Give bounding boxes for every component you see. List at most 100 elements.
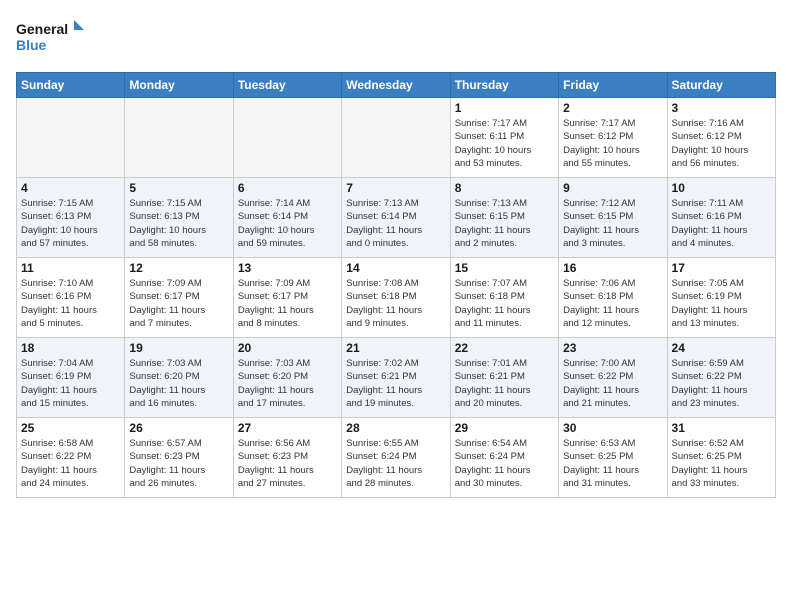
calendar-cell: 3Sunrise: 7:16 AMSunset: 6:12 PMDaylight… [667, 98, 775, 178]
day-number: 19 [129, 341, 228, 355]
day-info: Sunrise: 7:11 AMSunset: 6:16 PMDaylight:… [672, 197, 771, 250]
day-number: 28 [346, 421, 445, 435]
day-info: Sunrise: 7:03 AMSunset: 6:20 PMDaylight:… [129, 357, 228, 410]
calendar-cell: 13Sunrise: 7:09 AMSunset: 6:17 PMDayligh… [233, 258, 341, 338]
day-number: 29 [455, 421, 554, 435]
day-number: 17 [672, 261, 771, 275]
calendar-cell: 24Sunrise: 6:59 AMSunset: 6:22 PMDayligh… [667, 338, 775, 418]
calendar-cell: 4 Sunrise: 7:15 AMSunset: 6:13 PMDaylight… [17, 178, 125, 258]
day-number: 20 [238, 341, 337, 355]
day-number: 31 [672, 421, 771, 435]
day-info: Sunrise: 7:15 AMSunset: 6:13 PMDaylight:… [129, 197, 228, 250]
calendar-cell: 29 Sunrise: 6:54 AMSunset: 6:24 PMDayligh… [450, 418, 558, 498]
calendar-cell: 22 Sunrise: 7:01 AMSunset: 6:21 PMDayligh… [450, 338, 558, 418]
day-info: Sunrise: 7:08 AMSunset: 6:18 PMDaylight:… [346, 277, 445, 330]
weekday-header-wednesday: Wednesday [342, 73, 450, 98]
day-info: Sunrise: 7:10 AMSunset: 6:16 PMDaylight:… [21, 277, 120, 330]
weekday-header-monday: Monday [125, 73, 233, 98]
weekday-header-saturday: Saturday [667, 73, 775, 98]
day-info: Sunrise: 7:17 AMSunset: 6:12 PMDaylight:… [563, 117, 662, 170]
day-info: Sunrise: 6:56 AMSunset: 6:23 PMDaylight:… [238, 437, 337, 490]
calendar-cell: 16 Sunrise: 7:06 AMSunset: 6:18 PMDayligh… [559, 258, 667, 338]
day-number: 12 [129, 261, 228, 275]
calendar-cell: 6 Sunrise: 7:14 AMSunset: 6:14 PMDaylight… [233, 178, 341, 258]
calendar-cell: 27 Sunrise: 6:56 AMSunset: 6:23 PMDayligh… [233, 418, 341, 498]
calendar-cell: 31 Sunrise: 6:52 AMSunset: 6:25 PMDayligh… [667, 418, 775, 498]
day-number: 3 [672, 101, 771, 115]
calendar-cell: 11 Sunrise: 7:10 AMSunset: 6:16 PMDayligh… [17, 258, 125, 338]
calendar-table: SundayMondayTuesdayWednesdayThursdayFrid… [16, 72, 776, 498]
calendar-cell: 19 Sunrise: 7:03 AMSunset: 6:20 PMDayligh… [125, 338, 233, 418]
day-info: Sunrise: 7:01 AMSunset: 6:21 PMDaylight:… [455, 357, 554, 410]
weekday-header-thursday: Thursday [450, 73, 558, 98]
day-info: Sunrise: 7:05 AMSunset: 6:19 PMDaylight:… [672, 277, 771, 330]
day-number: 9 [563, 181, 662, 195]
day-info: Sunrise: 7:09 AMSunset: 6:17 PMDaylight:… [129, 277, 228, 330]
calendar-cell [233, 98, 341, 178]
day-info: Sunrise: 7:02 AMSunset: 6:21 PMDaylight:… [346, 357, 445, 410]
calendar-cell: 9 Sunrise: 7:12 AMSunset: 6:15 PMDaylight… [559, 178, 667, 258]
calendar-cell: 8 Sunrise: 7:13 AMSunset: 6:15 PMDaylight… [450, 178, 558, 258]
day-number: 25 [21, 421, 120, 435]
day-info: Sunrise: 7:14 AMSunset: 6:14 PMDaylight:… [238, 197, 337, 250]
day-number: 24 [672, 341, 771, 355]
day-info: Sunrise: 6:54 AMSunset: 6:24 PMDaylight:… [455, 437, 554, 490]
day-number: 26 [129, 421, 228, 435]
calendar-cell: 14Sunrise: 7:08 AMSunset: 6:18 PMDayligh… [342, 258, 450, 338]
logo-svg: General Blue [16, 16, 86, 60]
day-info: Sunrise: 6:55 AMSunset: 6:24 PMDaylight:… [346, 437, 445, 490]
weekday-header-sunday: Sunday [17, 73, 125, 98]
day-number: 8 [455, 181, 554, 195]
day-number: 30 [563, 421, 662, 435]
day-number: 22 [455, 341, 554, 355]
day-info: Sunrise: 7:17 AMSunset: 6:11 PMDaylight:… [455, 117, 554, 170]
day-number: 2 [563, 101, 662, 115]
day-number: 10 [672, 181, 771, 195]
calendar-cell: 15 Sunrise: 7:07 AMSunset: 6:18 PMDayligh… [450, 258, 558, 338]
day-info: Sunrise: 7:07 AMSunset: 6:18 PMDaylight:… [455, 277, 554, 330]
day-number: 1 [455, 101, 554, 115]
calendar-cell: 10 Sunrise: 7:11 AMSunset: 6:16 PMDayligh… [667, 178, 775, 258]
calendar-cell: 26 Sunrise: 6:57 AMSunset: 6:23 PMDayligh… [125, 418, 233, 498]
day-number: 18 [21, 341, 120, 355]
calendar-cell: 20 Sunrise: 7:03 AMSunset: 6:20 PMDayligh… [233, 338, 341, 418]
day-info: Sunrise: 7:06 AMSunset: 6:18 PMDaylight:… [563, 277, 662, 330]
day-number: 5 [129, 181, 228, 195]
day-number: 16 [563, 261, 662, 275]
day-info: Sunrise: 7:13 AMSunset: 6:14 PMDaylight:… [346, 197, 445, 250]
day-info: Sunrise: 6:53 AMSunset: 6:25 PMDaylight:… [563, 437, 662, 490]
day-info: Sunrise: 7:13 AMSunset: 6:15 PMDaylight:… [455, 197, 554, 250]
day-number: 27 [238, 421, 337, 435]
day-number: 13 [238, 261, 337, 275]
calendar-cell [342, 98, 450, 178]
day-info: Sunrise: 6:52 AMSunset: 6:25 PMDaylight:… [672, 437, 771, 490]
day-info: Sunrise: 7:12 AMSunset: 6:15 PMDaylight:… [563, 197, 662, 250]
calendar-cell: 18Sunrise: 7:04 AMSunset: 6:19 PMDayligh… [17, 338, 125, 418]
day-number: 23 [563, 341, 662, 355]
day-info: Sunrise: 6:57 AMSunset: 6:23 PMDaylight:… [129, 437, 228, 490]
calendar-cell: 12 Sunrise: 7:09 AMSunset: 6:17 PMDayligh… [125, 258, 233, 338]
calendar-cell: 23 Sunrise: 7:00 AMSunset: 6:22 PMDayligh… [559, 338, 667, 418]
logo: General Blue [16, 16, 86, 60]
calendar-cell [125, 98, 233, 178]
day-info: Sunrise: 6:58 AMSunset: 6:22 PMDaylight:… [21, 437, 120, 490]
day-number: 7 [346, 181, 445, 195]
calendar-cell: 7 Sunrise: 7:13 AMSunset: 6:14 PMDaylight… [342, 178, 450, 258]
weekday-header-friday: Friday [559, 73, 667, 98]
day-info: Sunrise: 7:15 AMSunset: 6:13 PMDaylight:… [21, 197, 120, 250]
weekday-header-tuesday: Tuesday [233, 73, 341, 98]
day-info: Sunrise: 7:03 AMSunset: 6:20 PMDaylight:… [238, 357, 337, 410]
day-number: 11 [21, 261, 120, 275]
svg-text:General: General [16, 21, 68, 37]
calendar-cell: 21 Sunrise: 7:02 AMSunset: 6:21 PMDayligh… [342, 338, 450, 418]
calendar-cell: 28 Sunrise: 6:55 AMSunset: 6:24 PMDayligh… [342, 418, 450, 498]
svg-text:Blue: Blue [16, 37, 47, 53]
calendar-cell: 2 Sunrise: 7:17 AMSunset: 6:12 PMDaylight… [559, 98, 667, 178]
day-info: Sunrise: 7:00 AMSunset: 6:22 PMDaylight:… [563, 357, 662, 410]
day-number: 4 [21, 181, 120, 195]
day-number: 15 [455, 261, 554, 275]
day-number: 21 [346, 341, 445, 355]
calendar-cell: 5 Sunrise: 7:15 AMSunset: 6:13 PMDaylight… [125, 178, 233, 258]
day-number: 6 [238, 181, 337, 195]
calendar-cell: 17 Sunrise: 7:05 AMSunset: 6:19 PMDayligh… [667, 258, 775, 338]
